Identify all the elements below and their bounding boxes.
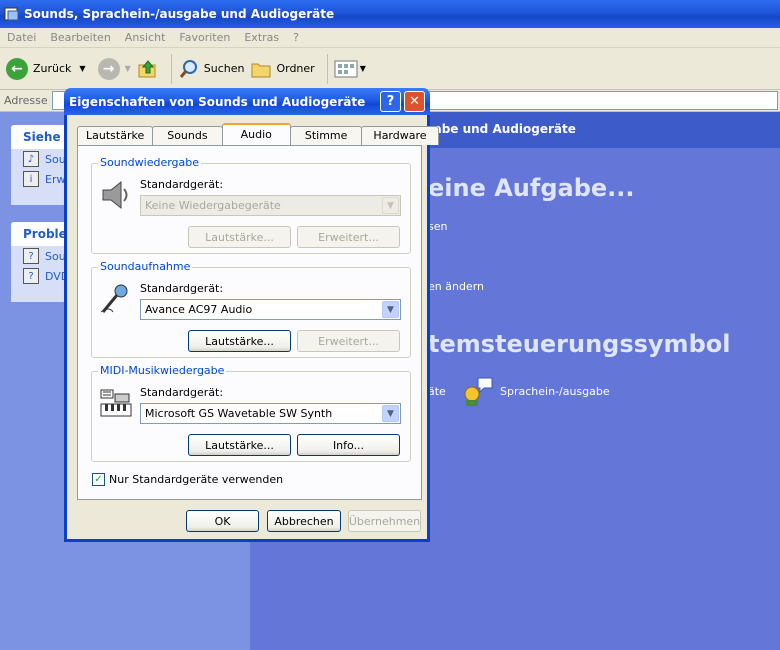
properties-dialog: Eigenschaften von Sounds und Audiogeräte… [64, 88, 439, 542]
task-link[interactable]: en ändern [428, 280, 484, 293]
midi-info-button[interactable]: Info... [297, 434, 400, 456]
search-label: Suchen [203, 62, 245, 75]
recording-title: Soundaufnahme [98, 260, 193, 273]
folders-icon [251, 63, 271, 77]
dialog-title: Eigenschaften von Sounds und Audiogeräte [69, 94, 366, 109]
help-icon: ? [23, 268, 39, 284]
menu-view[interactable]: Ansicht [118, 31, 173, 44]
tab-sounds[interactable]: Sounds [152, 126, 223, 145]
up-folder-icon [138, 59, 156, 77]
help-icon[interactable]: ? [380, 91, 401, 112]
recording-label: Standardgerät: [140, 282, 224, 295]
up-folder-button[interactable] [137, 58, 159, 80]
task-heading: eine Aufgabe... [428, 174, 635, 202]
midi-label: Standardgerät: [140, 386, 224, 399]
search-icon [179, 59, 197, 78]
recording-device-select[interactable]: Avance AC97 Audio ▼ [140, 299, 401, 320]
chevron-down-icon[interactable]: ▼ [382, 197, 399, 214]
tab-strip: Lautstärke Sounds Audio Stimme Hardware [77, 123, 439, 145]
forward-arrow-icon: → [97, 57, 120, 80]
speaker-icon: ♪ [23, 151, 39, 167]
chevron-down-icon[interactable]: ▼ [382, 405, 399, 422]
playback-group: Soundwiedergabe Standardgerät: Keine Wie… [91, 156, 411, 254]
menu-favorites[interactable]: Favoriten [172, 31, 237, 44]
back-button[interactable]: ← Zurück ▼ [6, 57, 86, 80]
speaker-icon [102, 180, 128, 210]
symbol-heading: temsteuerungssymbol [428, 330, 731, 358]
chevron-down-icon: ▼ [124, 64, 131, 73]
views-icon [334, 60, 358, 77]
task-link[interactable]: sen [428, 220, 447, 233]
audio-panel: Soundwiedergabe Standardgerät: Keine Wie… [77, 145, 422, 500]
toolbar-separator [170, 53, 172, 84]
folders-label: Ordner [276, 62, 315, 75]
symbol-link[interactable]: äte [428, 385, 446, 398]
playback-advanced-button[interactable]: Erweitert... [297, 226, 400, 248]
menu-file[interactable]: Datei [0, 31, 43, 44]
menu-help[interactable]: ? [286, 31, 306, 44]
tab-audio[interactable]: Audio [221, 123, 291, 145]
playback-device-select[interactable]: Keine Wiedergabegeräte ▼ [140, 195, 401, 216]
midi-keyboard-icon [100, 389, 132, 417]
see-also-item-label: Erw [45, 172, 66, 186]
speech-symbol-link[interactable]: Sprachein-/ausgabe [460, 374, 610, 408]
chevron-down-icon[interactable]: ▼ [382, 301, 399, 318]
menu-edit[interactable]: Bearbeiten [43, 31, 117, 44]
menubar: Datei Bearbeiten Ansicht Favoriten Extra… [0, 28, 780, 48]
tab-hardware[interactable]: Hardware [361, 126, 439, 145]
cancel-button[interactable]: Abbrechen [267, 510, 341, 532]
ok-button[interactable]: OK [186, 510, 259, 532]
midi-device-select[interactable]: Microsoft GS Wavetable SW Synth ▼ [140, 403, 401, 424]
control-panel-icon [4, 7, 19, 21]
back-label: Zurück [33, 62, 72, 75]
default-only-label: Nur Standardgeräte verwenden [109, 473, 284, 486]
speech-icon [464, 377, 493, 406]
midi-group: MIDI-Musikwiedergabe Standardgerät: Micr… [91, 364, 411, 462]
search-button[interactable]: Suchen [178, 58, 245, 80]
checkmark-icon[interactable]: ✓ [92, 473, 105, 486]
midi-volume-button[interactable]: Lautstärke... [188, 434, 291, 456]
help-icon: ? [23, 248, 39, 264]
toolbar: ← Zurück ▼ → ▼ Suchen Ordner ▼ [0, 48, 780, 90]
see-also-item-label: Sou [45, 152, 66, 166]
recording-advanced-button[interactable]: Erweitert... [297, 330, 400, 352]
window-titlebar: Sounds, Sprachein-/ausgabe und Audiogerä… [0, 0, 780, 28]
tab-volume[interactable]: Lautstärke [77, 126, 154, 145]
forward-button[interactable]: → ▼ [97, 57, 131, 80]
folders-button[interactable]: Ordner [250, 58, 315, 80]
back-arrow-icon: ← [6, 57, 28, 80]
chevron-down-icon[interactable]: ▼ [79, 64, 85, 73]
dialog-titlebar: Eigenschaften von Sounds und Audiogeräte… [64, 88, 430, 115]
menu-tools[interactable]: Extras [237, 31, 286, 44]
address-label: Adresse [4, 94, 48, 107]
midi-device-value: Microsoft GS Wavetable SW Synth [145, 407, 333, 420]
tab-voice[interactable]: Stimme [289, 126, 363, 145]
recording-group: Soundaufnahme Standardgerät: Avance AC97… [91, 260, 411, 358]
speech-symbol-label: Sprachein-/ausgabe [500, 384, 610, 398]
midi-title: MIDI-Musikwiedergabe [98, 364, 227, 377]
chevron-down-icon: ▼ [359, 64, 366, 73]
views-button[interactable]: ▼ [334, 58, 366, 80]
default-only-checkbox[interactable]: ✓ Nur Standardgeräte verwenden [92, 473, 283, 486]
close-icon[interactable]: ✕ [404, 91, 425, 112]
window-title: Sounds, Sprachein-/ausgabe und Audiogerä… [24, 7, 335, 21]
microphone-icon [100, 284, 128, 313]
playback-volume-button[interactable]: Lautstärke... [188, 226, 291, 248]
playback-device-value: Keine Wiedergabegeräte [145, 199, 281, 212]
playback-title: Soundwiedergabe [98, 156, 202, 169]
info-icon: i [23, 171, 39, 187]
playback-label: Standardgerät: [140, 178, 224, 191]
troubleshoot-item-label: Sou [45, 249, 66, 263]
recording-device-value: Avance AC97 Audio [145, 303, 253, 316]
apply-button[interactable]: Übernehmen [348, 510, 421, 532]
recording-volume-button[interactable]: Lautstärke... [188, 330, 291, 352]
toolbar-separator [326, 53, 328, 84]
